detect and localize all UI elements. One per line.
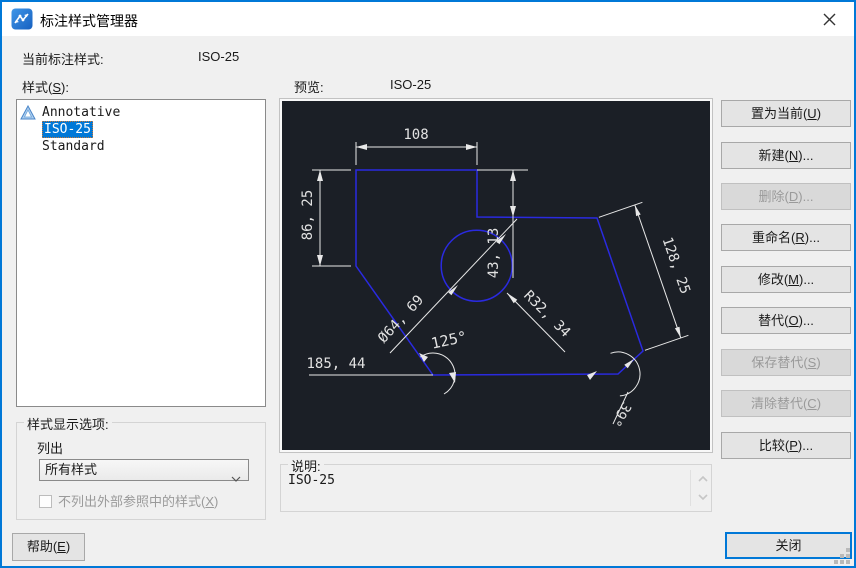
hide-xref-checkbox — [39, 495, 52, 508]
dim-vertical-86-25: 86, 25 — [300, 190, 316, 241]
resize-grip[interactable] — [834, 546, 852, 564]
save-override-button: 保存替代(S) — [721, 349, 851, 376]
override-button[interactable]: 替代(O)... — [721, 307, 851, 334]
dim-angle-125: 125° — [429, 328, 468, 353]
dim-vertical-43-13: 43, 13 — [486, 228, 502, 279]
current-style-value: ISO-25 — [198, 49, 240, 64]
list-item-annotative[interactable]: Annotative — [17, 104, 265, 121]
list-item-standard[interactable]: Standard — [17, 138, 265, 155]
list-item-iso25-selected[interactable]: ISO-25 — [17, 121, 265, 138]
dim-horizontal-108: 108 — [403, 127, 428, 143]
delete-button: 删除(D)... — [721, 183, 851, 210]
dimension-lines — [309, 142, 689, 425]
window-title: 标注样式管理器 — [40, 13, 138, 29]
styles-label: 样式(S): — [22, 80, 69, 95]
dim-angle-39: 39° — [607, 399, 634, 429]
close-dialog-button[interactable]: 关闭 — [725, 532, 852, 559]
hide-xref-checkbox-row: 不列出外部参照中的样式(X) — [39, 491, 218, 510]
preview-pane: 108 86, 25 43, 13 128, 25 Ø64, 69 R32, 3… — [279, 98, 713, 453]
dimension-style-manager-dialog: 标注样式管理器 当前标注样式: ISO-25 样式(S): 预览: ISO-25… — [0, 0, 856, 568]
clear-override-button: 清除替代(C) — [721, 390, 851, 417]
dim-linear-185-44: 185, 44 — [306, 356, 365, 372]
dim-diameter-64-69: Ø64, 69 — [375, 292, 427, 346]
new-button[interactable]: 新建(N)... — [721, 142, 851, 169]
scroll-up-icon — [698, 475, 708, 482]
modify-button[interactable]: 修改(M)... — [721, 266, 851, 293]
compare-button[interactable]: 比较(P)... — [721, 432, 851, 459]
style-list[interactable]: Annotative ISO-25 Standard — [16, 99, 266, 407]
preview-style-value: ISO-25 — [390, 77, 432, 92]
preview-label: 预览: — [294, 80, 324, 95]
description-group: 说明: — [280, 456, 712, 512]
display-options-legend: 样式显示选项: — [24, 414, 112, 433]
close-icon[interactable] — [812, 4, 846, 34]
chevron-down-icon — [231, 468, 241, 488]
description-separator — [690, 470, 691, 506]
app-icon — [11, 8, 33, 30]
style-filter-dropdown[interactable]: 所有样式 — [39, 459, 249, 482]
set-current-button[interactable]: 置为当前(U) — [721, 100, 851, 127]
list-filter-label: 列出 — [37, 441, 64, 456]
current-style-label: 当前标注样式: — [22, 52, 104, 67]
annotative-icon — [20, 104, 36, 120]
rename-button[interactable]: 重命名(R)... — [721, 224, 851, 251]
scroll-down-icon — [698, 494, 708, 501]
description-scroll[interactable] — [696, 471, 712, 507]
dim-aligned-128-25: 128, 25 — [659, 235, 693, 296]
titlebar[interactable]: 标注样式管理器 — [2, 2, 854, 36]
help-button[interactable]: 帮助(E) — [12, 533, 85, 561]
description-text: ISO-25 — [288, 473, 335, 488]
